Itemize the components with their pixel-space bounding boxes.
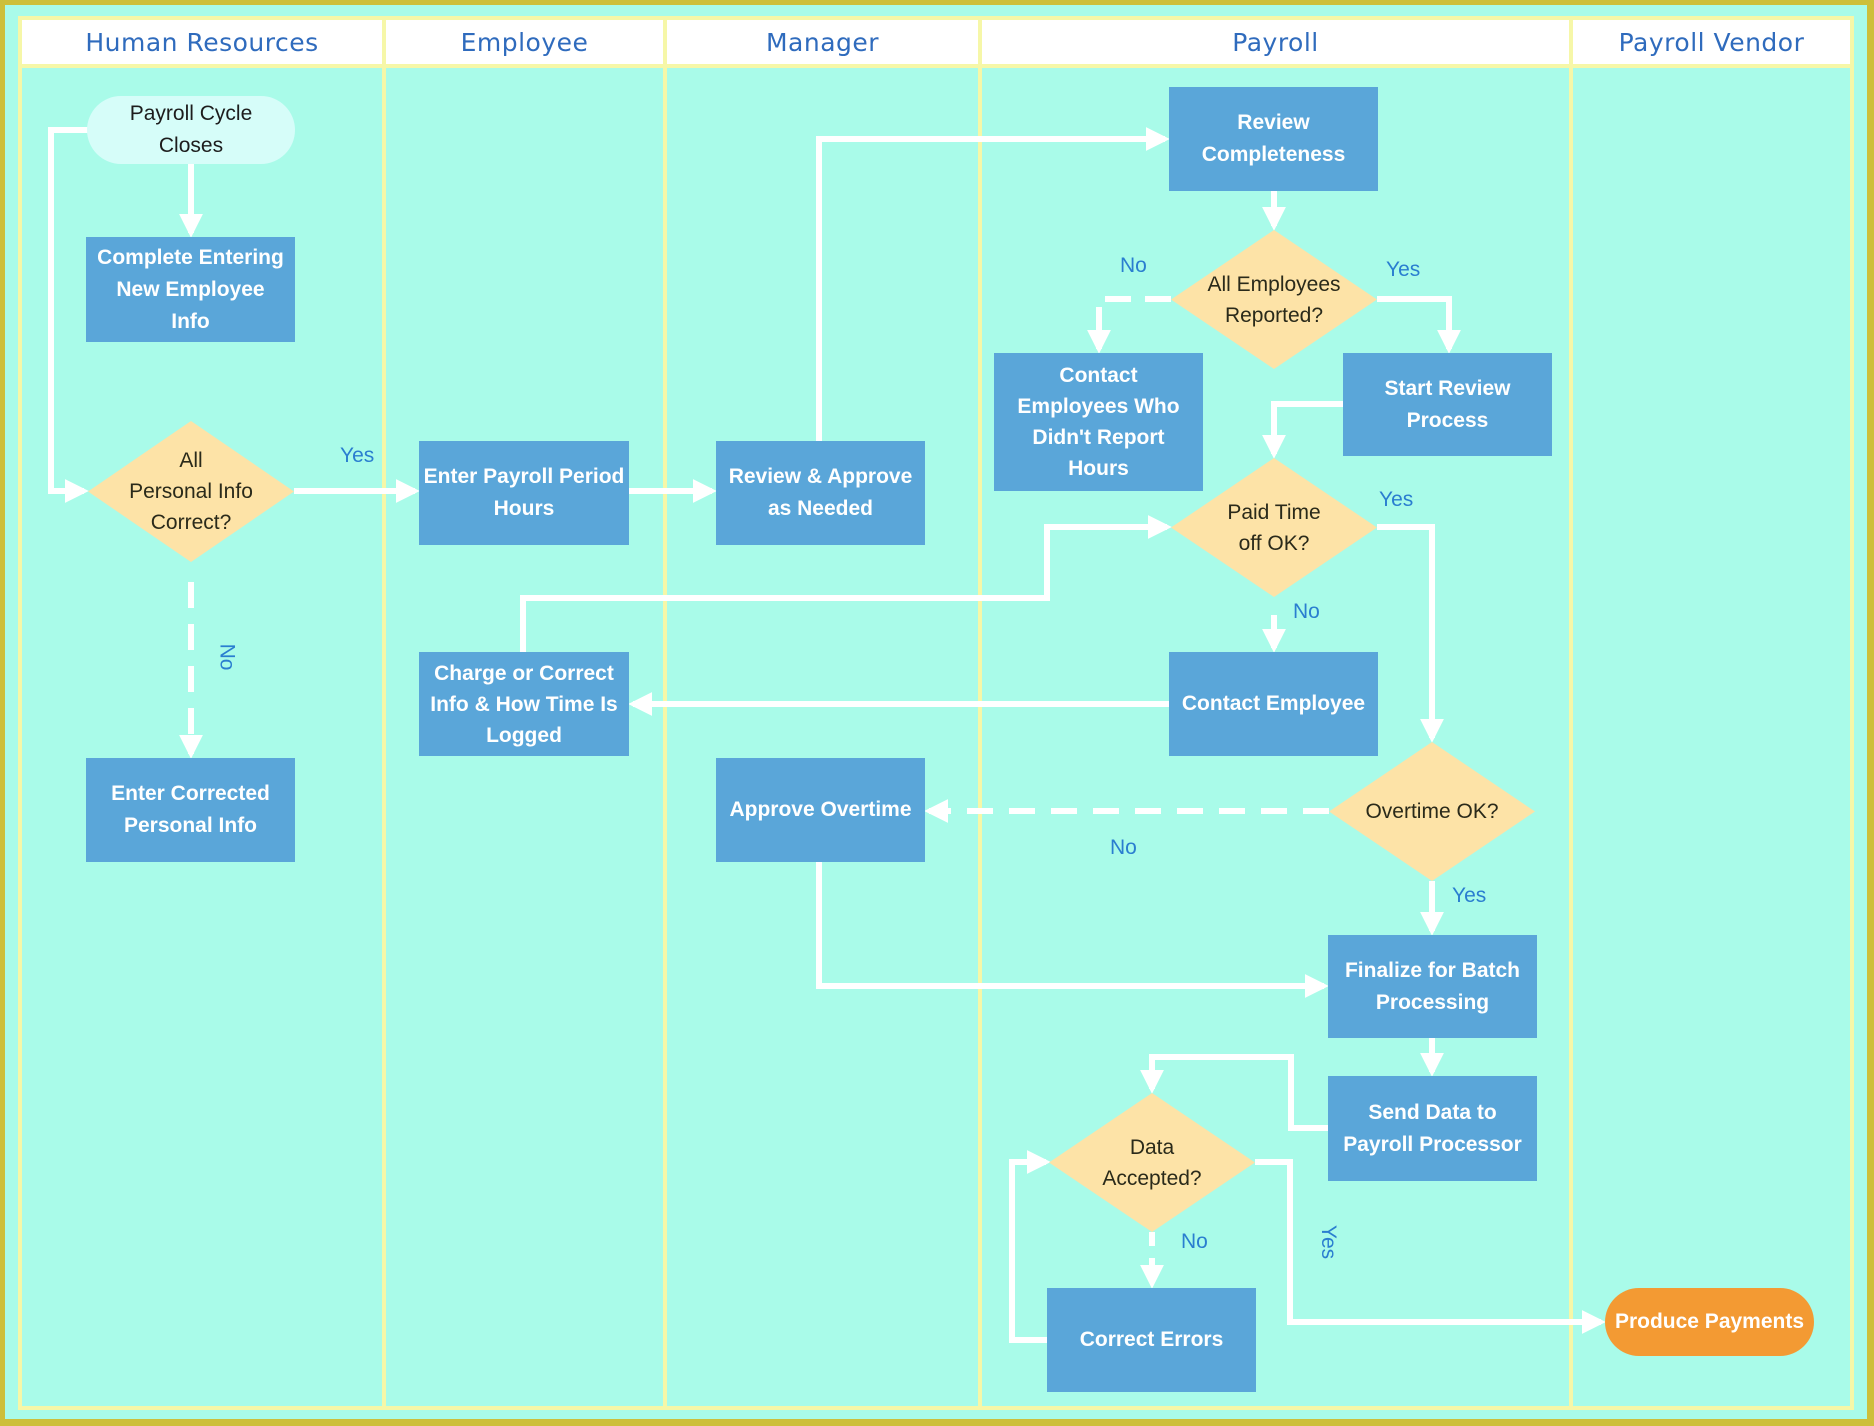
edge-label-accepted-yes: Yes bbox=[1317, 1224, 1341, 1260]
node-label: Send Data to Payroll Processor bbox=[1343, 1100, 1522, 1156]
node-all-personal-info-decision[interactable]: All Personal Info Correct? bbox=[88, 421, 294, 562]
edge-label-overtime-no: No bbox=[1110, 836, 1137, 859]
node-label: Approve Overtime bbox=[729, 798, 912, 821]
node-all-employees-reported-decision[interactable]: All Employees Reported? bbox=[1171, 230, 1377, 369]
edge-start-review-to-pto bbox=[1262, 401, 1343, 459]
node-label: Review Completeness bbox=[1201, 111, 1346, 166]
edge-accepted-yes bbox=[1255, 1159, 1606, 1334]
node-send-data[interactable]: Send Data to Payroll Processor bbox=[1328, 1076, 1537, 1181]
node-complete-entering[interactable]: Complete Entering New Employee Info bbox=[86, 237, 295, 342]
node-label: Enter Payroll Period Hours bbox=[423, 465, 625, 520]
node-enter-payroll-hours[interactable]: Enter Payroll Period Hours bbox=[419, 441, 629, 545]
node-label: All Personal Info Correct? bbox=[129, 449, 253, 534]
edge-label-reported-no: No bbox=[1120, 254, 1147, 277]
node-label: Complete Entering New Employee Info bbox=[97, 245, 284, 333]
edge-label-overtime-yes: Yes bbox=[1452, 884, 1487, 907]
edge-label-reported-yes: Yes bbox=[1386, 258, 1421, 281]
node-label: Finalize for Batch Processing bbox=[1344, 958, 1521, 1014]
node-label: Correct Errors bbox=[1079, 1328, 1224, 1351]
edge-label-pto-no: No bbox=[1293, 600, 1320, 623]
connectors-layer bbox=[48, 127, 1606, 1343]
edge-reported-yes bbox=[1377, 296, 1461, 354]
node-label: Review & Approve as Needed bbox=[728, 465, 913, 520]
node-finalize-batch[interactable]: Finalize for Batch Processing bbox=[1328, 935, 1537, 1038]
node-review-approve[interactable]: Review & Approve as Needed bbox=[716, 441, 925, 545]
node-label: Data Accepted? bbox=[1102, 1135, 1202, 1190]
node-approve-overtime[interactable]: Approve Overtime bbox=[716, 758, 925, 862]
node-start-review[interactable]: Start Review Process bbox=[1343, 353, 1552, 456]
edge-pto-yes bbox=[1377, 524, 1444, 743]
edge-label-accepted-no: No bbox=[1181, 1230, 1208, 1253]
node-label: Paid Time off OK? bbox=[1227, 500, 1321, 555]
node-produce-payments[interactable]: Produce Payments bbox=[1605, 1288, 1814, 1356]
node-label: Payroll Cycle Closes bbox=[129, 102, 253, 157]
node-overtime-ok-decision[interactable]: Overtime OK? bbox=[1329, 742, 1535, 881]
edge-charge-to-pto bbox=[520, 515, 1172, 652]
edge-label-pto-yes: Yes bbox=[1379, 488, 1414, 511]
node-label: Contact Employees Who Didn't Report Hour… bbox=[1017, 364, 1180, 480]
node-label: Start Review Process bbox=[1384, 376, 1511, 432]
node-charge-or-correct[interactable]: Charge or Correct Info & How Time Is Log… bbox=[419, 652, 629, 756]
edge-reported-no bbox=[1087, 296, 1171, 354]
node-label: All Employees Reported? bbox=[1207, 272, 1341, 327]
node-payroll-cycle-closes[interactable]: Payroll Cycle Closes bbox=[87, 96, 295, 164]
edge-correct-to-accepted bbox=[1009, 1150, 1051, 1343]
node-label: Overtime OK? bbox=[1365, 800, 1499, 823]
node-correct-errors[interactable]: Correct Errors bbox=[1047, 1288, 1256, 1392]
node-enter-corrected[interactable]: Enter Corrected Personal Info bbox=[86, 758, 295, 862]
edge-approve-overtime-to-finalize bbox=[816, 862, 1329, 998]
node-data-accepted-decision[interactable]: Data Accepted? bbox=[1049, 1093, 1255, 1232]
node-paid-time-off-decision[interactable]: Paid Time off OK? bbox=[1171, 458, 1377, 597]
node-label: Produce Payments bbox=[1614, 1310, 1805, 1333]
node-label: Charge or Correct Info & How Time Is Log… bbox=[430, 661, 618, 747]
node-contact-employee[interactable]: Contact Employee bbox=[1169, 652, 1378, 756]
edge-label-personal-yes: Yes bbox=[340, 444, 375, 467]
node-label: Contact Employee bbox=[1181, 692, 1366, 715]
edge-label-personal-no: No bbox=[215, 643, 239, 671]
edge-start-to-personal-info bbox=[48, 127, 89, 503]
node-review-completeness[interactable]: Review Completeness bbox=[1169, 87, 1378, 191]
node-label: Enter Corrected Personal Info bbox=[111, 782, 270, 837]
